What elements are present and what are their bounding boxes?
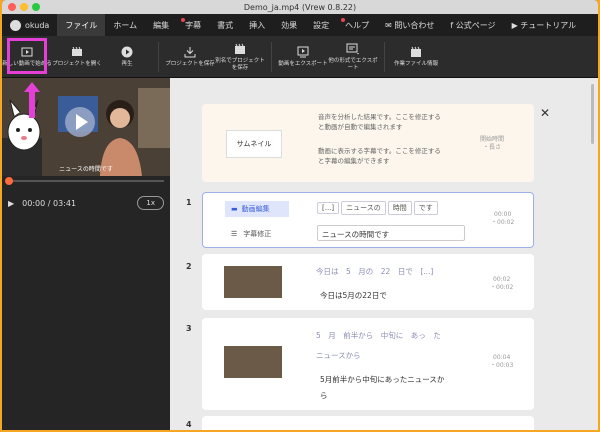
user-avatar-icon: [10, 19, 21, 31]
toolbar-divider: [158, 41, 159, 72]
word-chip[interactable]: [...]: [317, 202, 340, 214]
player-controls: ▶ 00:00 / 03:41 1x: [2, 186, 170, 220]
film-icon: ▬: [231, 205, 238, 213]
seek-bar[interactable]: [2, 176, 170, 186]
menu-file[interactable]: ファイル: [57, 14, 106, 36]
toolbar: 新しい動画で始める プロジェクトを開く 再生 プロジェクトを保存 別名でプロジェ…: [2, 36, 598, 78]
subtitle-input[interactable]: ニュースの時間です: [317, 225, 465, 241]
word-chips: [...] ニュースの 時間 です: [317, 201, 440, 215]
time-display: 00:00 / 03:41: [22, 198, 77, 208]
tab-subtitle-edit[interactable]: ☰ 字幕修正: [231, 229, 271, 239]
mail-icon: ✉: [385, 20, 395, 30]
menu-format[interactable]: 書式: [209, 14, 241, 36]
user-menu[interactable]: okuda: [2, 19, 57, 31]
play-icon: [120, 45, 134, 59]
film-icon: [70, 45, 84, 59]
clip-number: 4: [186, 420, 192, 429]
transcript-pane: ✕ サムネイル 音声を分析した結果です。ここを修正する と動画が自動で編集されま…: [170, 78, 598, 430]
app-window: Demo_ja.mp4 (Vrew 0.8.22) okuda ファイル ホーム…: [2, 0, 598, 430]
clip-number: 3: [186, 324, 192, 333]
download-icon: [183, 45, 197, 59]
clip-words: 5 月 前半から 中旬に あっ た: [316, 331, 441, 340]
toolbar-divider: [271, 41, 272, 72]
scrollbar[interactable]: [591, 84, 594, 144]
clip-words: ニュースから: [316, 351, 361, 360]
export-video-button[interactable]: 動画をエクスポート: [278, 45, 328, 68]
play-button[interactable]: 再生: [102, 45, 152, 68]
thumbnail-label: サムネイル: [226, 130, 282, 158]
video-caption: ニュースの時間です: [59, 166, 113, 173]
save-project-button[interactable]: プロジェクトを保存: [165, 45, 215, 68]
word-chip[interactable]: ニュースの: [341, 201, 386, 215]
menu-contact[interactable]: ✉ 問い合わせ: [377, 14, 442, 36]
menu-help[interactable]: ヘルプ: [337, 14, 377, 36]
close-icon[interactable]: ✕: [540, 106, 550, 120]
menu-official-page[interactable]: f 公式ページ: [442, 14, 503, 36]
file-info-button[interactable]: 作業ファイル情報: [391, 45, 441, 68]
menu-insert[interactable]: 挿入: [241, 14, 273, 36]
clip-number: 1: [186, 198, 192, 207]
toolbar-divider: [384, 41, 385, 72]
guide-card: サムネイル 音声を分析した結果です。ここを修正する と動画が自動で編集されます …: [202, 104, 534, 182]
menu-edit[interactable]: 編集: [145, 14, 177, 36]
lines-icon: ☰: [231, 230, 238, 238]
video-preview[interactable]: ニュースの時間です: [2, 78, 170, 176]
menu-settings[interactable]: 設定: [305, 14, 337, 36]
clip-thumbnail: [224, 346, 282, 378]
clip-words: 今日は 5 月の 22 日で [...]: [316, 267, 434, 276]
youtube-icon: ▶: [511, 20, 521, 30]
export-other-icon: [346, 42, 360, 56]
clip-subtitle[interactable]: ら: [320, 390, 328, 401]
tab-video-edit[interactable]: ▬ 動画編集: [225, 201, 289, 217]
seek-handle[interactable]: [5, 177, 13, 185]
word-chip[interactable]: です: [413, 201, 438, 215]
save-as-button[interactable]: 別名でプロジェクトを保存: [215, 42, 265, 72]
clip-card[interactable]: ▬ 動画編集 ☰ 字幕修正 [...] ニュースの 時間 です ニュースの時間です 00:…: [202, 192, 534, 248]
menu-bar: okuda ファイル ホーム 編集 字幕 書式 挿入 効果 設定 ヘルプ ✉ 問…: [2, 14, 598, 36]
film-info-icon: [409, 45, 423, 59]
clip-subtitle[interactable]: 今日は5月の22日で: [320, 290, 387, 301]
player-pane: ニュースの時間です ▶ 00:00 / 03:41 1x: [2, 78, 170, 430]
user-name: okuda: [25, 20, 50, 30]
title-bar: Demo_ja.mp4 (Vrew 0.8.22): [2, 0, 598, 14]
window-title: Demo_ja.mp4 (Vrew 0.8.22): [243, 2, 357, 12]
word-chip[interactable]: 時間: [387, 201, 412, 215]
arrow-up-icon: [24, 82, 40, 118]
highlight-box: [7, 38, 47, 74]
clip-card[interactable]: 今日は 5 月の 22 日で [...] 今日は5月の22日で 00:02 ・0…: [202, 254, 534, 310]
film-save-icon: [233, 42, 247, 56]
open-project-button[interactable]: プロジェクトを開く: [52, 45, 102, 68]
clip-thumbnail: [224, 266, 282, 298]
menu-tutorial[interactable]: ▶ チュートリアル: [504, 14, 585, 36]
export-video-icon: [296, 45, 310, 59]
menu-home[interactable]: ホーム: [105, 14, 145, 36]
menu-effects[interactable]: 効果: [273, 14, 305, 36]
clip-number: 2: [186, 262, 192, 271]
export-other-button[interactable]: 他の形式でエクスポート: [328, 42, 378, 72]
speed-button[interactable]: 1x: [137, 196, 164, 210]
clip-subtitle[interactable]: 5月前半から中旬にあったニュースか: [320, 374, 444, 385]
menu-subtitle[interactable]: 字幕: [177, 14, 209, 36]
clip-card[interactable]: 5 月 前半から 中旬に あっ た ニュースから 5月前半から中旬にあったニュー…: [202, 318, 534, 410]
play-icon[interactable]: ▶: [8, 199, 14, 208]
clip-card[interactable]: [202, 416, 534, 430]
